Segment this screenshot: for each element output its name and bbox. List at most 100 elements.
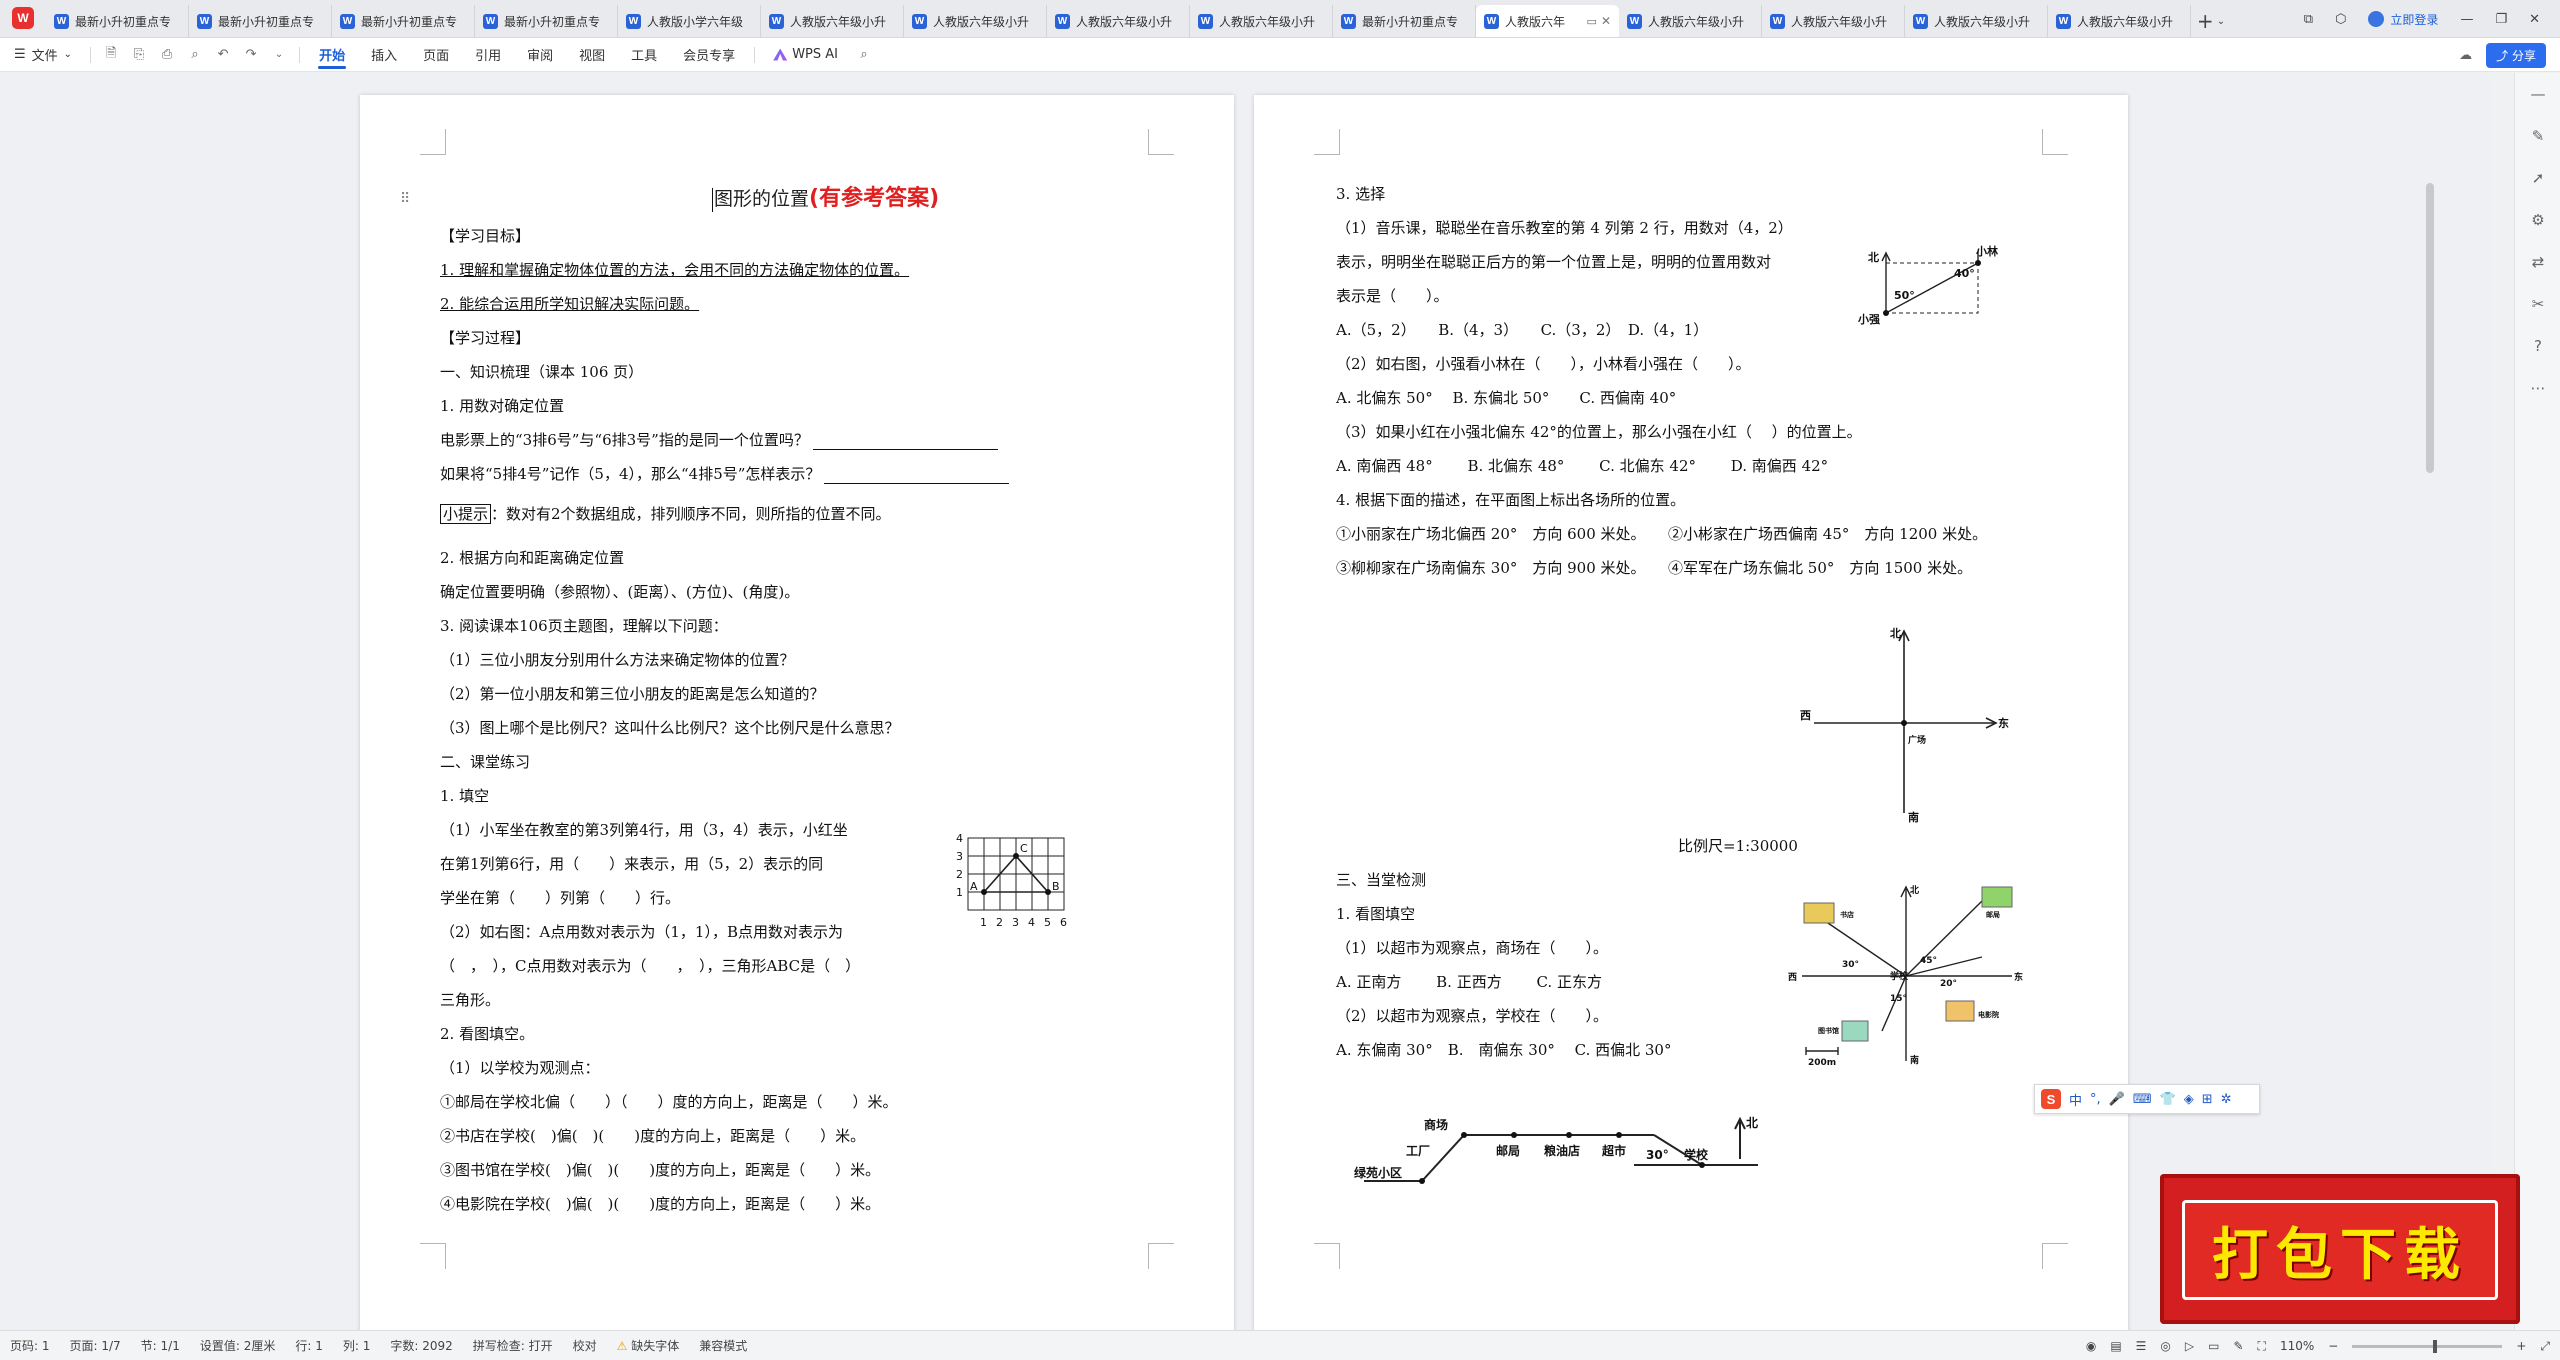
document-tab-active[interactable]: W 人教版六年 ▭ ✕ bbox=[1476, 5, 1619, 37]
document-workspace[interactable]: ⠿ 图形的位置(有参考答案) 【学习目标】 1. 理解和掌握确定物体位置的方法，… bbox=[0, 73, 2490, 1335]
status-section[interactable]: 节: 1/1 bbox=[131, 1337, 190, 1354]
more-icon[interactable]: ⋯ bbox=[2515, 367, 2560, 409]
print-icon[interactable]: ⎙ bbox=[153, 38, 181, 72]
status-setting[interactable]: 设置值: 2厘米 bbox=[190, 1337, 286, 1354]
tab-references[interactable]: 引用 bbox=[462, 38, 514, 72]
document-tab[interactable]: W 人教版六年级小升 bbox=[904, 5, 1047, 37]
document-tab[interactable]: W 最新小升初重点专 bbox=[332, 5, 475, 37]
close-tab-icon[interactable]: ✕ bbox=[1601, 14, 1611, 28]
outline-view-icon[interactable]: ☰ bbox=[2136, 1339, 2147, 1353]
ime-mode[interactable]: 中 bbox=[2069, 1090, 2082, 1109]
document-tab[interactable]: W 人教版六年级小升 bbox=[1905, 5, 2048, 37]
tab-review[interactable]: 审阅 bbox=[514, 38, 566, 72]
tools-icon[interactable]: ✂ bbox=[2515, 283, 2560, 325]
read-mode-icon[interactable]: ▭ bbox=[2208, 1339, 2219, 1353]
pen-icon[interactable]: ✎ bbox=[2515, 115, 2560, 157]
zoom-slider-knob[interactable] bbox=[2432, 1339, 2437, 1353]
status-spell-check[interactable]: 拼写检查: 打开 bbox=[463, 1337, 563, 1354]
status-column[interactable]: 列: 1 bbox=[333, 1337, 381, 1354]
answer-blank[interactable] bbox=[824, 470, 1010, 484]
collapse-icon[interactable]: — bbox=[2515, 73, 2560, 115]
login-button[interactable]: 立即登录 bbox=[2368, 11, 2438, 28]
restore-layout-icon[interactable]: ⧉ bbox=[2304, 12, 2313, 27]
warning-icon: ⚠ bbox=[616, 1339, 632, 1353]
help-icon[interactable]: ? bbox=[2515, 325, 2560, 367]
status-page-number[interactable]: 页码: 1 bbox=[0, 1337, 60, 1354]
status-compat-mode[interactable]: 兼容模式 bbox=[689, 1337, 757, 1354]
cloud-sync-icon[interactable]: ☁ bbox=[2459, 48, 2472, 63]
settings-sliders-icon[interactable]: ⚙ bbox=[2515, 199, 2560, 241]
microphone-icon[interactable]: 🎤 bbox=[2109, 1092, 2125, 1107]
document-tab[interactable]: W 最新小升初重点专 bbox=[475, 5, 618, 37]
skin-icon[interactable]: 👕 bbox=[2160, 1092, 2176, 1107]
tab-member[interactable]: 会员专享 bbox=[670, 38, 748, 72]
pointer-icon[interactable]: ➚ bbox=[2515, 157, 2560, 199]
close-window-icon[interactable]: ✕ bbox=[2529, 12, 2540, 27]
maximize-icon[interactable]: ❐ bbox=[2495, 12, 2507, 27]
fit-page-icon[interactable]: ⛶ bbox=[2258, 1339, 2266, 1354]
document-tab[interactable]: W 人教版六年级小升 bbox=[1619, 5, 1762, 37]
status-row[interactable]: 行: 1 bbox=[285, 1337, 333, 1354]
download-package-banner[interactable]: 打包下载 bbox=[2160, 1174, 2520, 1324]
vertical-scrollbar[interactable] bbox=[2426, 183, 2434, 473]
south-label: 南 bbox=[1910, 1054, 1919, 1066]
status-missing-font[interactable]: ⚠ 缺失字体 bbox=[607, 1337, 690, 1354]
tab-view[interactable]: 视图 bbox=[566, 38, 618, 72]
save-icon[interactable]: 🗎 bbox=[97, 38, 125, 72]
zoom-level[interactable]: 110% bbox=[2280, 1339, 2314, 1353]
zoom-in-icon[interactable]: + bbox=[2516, 1339, 2526, 1353]
document-page-1[interactable]: ⠿ 图形的位置(有参考答案) 【学习目标】 1. 理解和掌握确定物体位置的方法，… bbox=[360, 95, 1234, 1335]
zoom-out-icon[interactable]: − bbox=[2328, 1339, 2338, 1353]
wps-ai-button[interactable]: WPS AI bbox=[761, 47, 850, 62]
zoom-slider[interactable] bbox=[2352, 1339, 2503, 1353]
answer-blank[interactable] bbox=[812, 436, 998, 450]
apps-grid-icon[interactable]: ⊞ bbox=[2202, 1092, 2213, 1107]
angle-label: 15° bbox=[1890, 994, 1907, 1004]
play-icon[interactable]: ▷ bbox=[2185, 1339, 2194, 1353]
undo-icon[interactable]: ↶ bbox=[209, 38, 237, 72]
export-icon[interactable]: ⎘ bbox=[125, 38, 153, 72]
page-view-icon[interactable]: ▤ bbox=[2110, 1339, 2121, 1353]
document-tab[interactable]: W 人教版六年级小升 bbox=[1762, 5, 1905, 37]
tab-page[interactable]: 页面 bbox=[410, 38, 462, 72]
wps-logo[interactable]: W bbox=[0, 0, 46, 37]
y-tick: 1 bbox=[956, 886, 963, 899]
share-button[interactable]: ⤴ 分享 bbox=[2486, 42, 2546, 68]
document-tab[interactable]: W 最新小升初重点专 bbox=[46, 5, 189, 37]
document-tab[interactable]: W 人教版小学六年级 bbox=[618, 5, 761, 37]
document-page-2[interactable]: 3. 选择 （1）音乐课，聪聪坐在音乐教室的第 4 列第 2 行，用数对（4，2… bbox=[1254, 95, 2128, 1335]
redo-icon[interactable]: ↷ bbox=[237, 38, 265, 72]
status-proofread[interactable]: 校对 bbox=[563, 1337, 607, 1354]
drag-handle-icon[interactable]: ⠿ bbox=[400, 191, 410, 207]
cube-icon[interactable]: ⬡ bbox=[2335, 12, 2346, 27]
document-tab[interactable]: W 人教版六年级小升 bbox=[761, 5, 904, 37]
status-pages[interactable]: 页面: 1/7 bbox=[60, 1337, 131, 1354]
document-tab[interactable]: W 人教版六年级小升 bbox=[1190, 5, 1333, 37]
eye-protect-icon[interactable]: ◉ bbox=[2086, 1339, 2096, 1353]
keyboard-icon[interactable]: ⌨ bbox=[2133, 1092, 2152, 1107]
fullscreen-icon[interactable]: ⤢ bbox=[2540, 1339, 2550, 1354]
document-tab[interactable]: W 最新小升初重点专 bbox=[1333, 5, 1476, 37]
search-icon[interactable]: ⌕ bbox=[850, 38, 878, 72]
minimize-icon[interactable]: — bbox=[2460, 12, 2473, 27]
game-icon[interactable]: ◈ bbox=[2184, 1092, 2194, 1107]
translate-icon[interactable]: ⇄ bbox=[2515, 241, 2560, 283]
new-tab-button[interactable]: + ⌄ bbox=[2191, 5, 2231, 37]
tab-home[interactable]: 开始 bbox=[306, 38, 358, 72]
word-doc-icon: W bbox=[1484, 13, 1499, 29]
file-menu[interactable]: ☰ 文件 ⌄ bbox=[0, 45, 84, 64]
document-tab[interactable]: W 人教版六年级小升 bbox=[1047, 5, 1190, 37]
punctuation-icon[interactable]: °, bbox=[2090, 1092, 2101, 1107]
chevron-down-icon[interactable]: ⌄ bbox=[265, 38, 293, 72]
document-tab[interactable]: W 人教版六年级小升 bbox=[2048, 5, 2191, 37]
word-doc-icon: W bbox=[1913, 13, 1928, 29]
settings-icon[interactable]: ✲ bbox=[2221, 1092, 2232, 1107]
edit-mode-icon[interactable]: ✎ bbox=[2233, 1339, 2243, 1353]
status-word-count[interactable]: 字数: 2092 bbox=[380, 1337, 462, 1354]
tab-insert[interactable]: 插入 bbox=[358, 38, 410, 72]
print-preview-icon[interactable]: ⌕ bbox=[181, 38, 209, 72]
ime-toolbar[interactable]: S 中 °, 🎤 ⌨ 👕 ◈ ⊞ ✲ bbox=[2034, 1084, 2260, 1114]
document-tab[interactable]: W 最新小升初重点专 bbox=[189, 5, 332, 37]
web-view-icon[interactable]: ◎ bbox=[2160, 1339, 2170, 1353]
tab-tools[interactable]: 工具 bbox=[618, 38, 670, 72]
